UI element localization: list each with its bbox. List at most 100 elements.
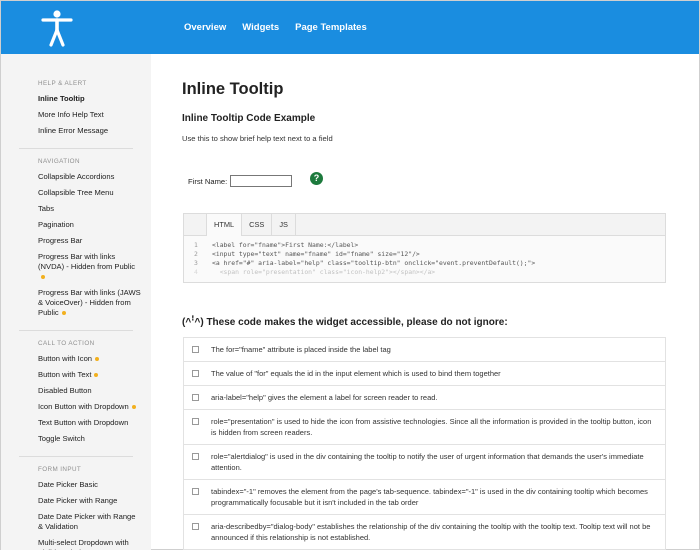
sidebar-item-label: Date Picker Basic (38, 480, 98, 489)
sidebar-item-collapsible-tree-menu[interactable]: Collapsible Tree Menu (1, 188, 151, 198)
checklist-item: aria-describedby="dialog-body" establish… (184, 515, 665, 549)
accessibility-checklist: The for="fname" attribute is placed insi… (183, 337, 666, 550)
code-line: 3 <a href="#" aria-label="help" class="to… (184, 259, 665, 268)
sidebar-item-collapsible-accordions[interactable]: Collapsible Accordions (1, 172, 151, 182)
sidebar-item-text-button-with-dropdown[interactable]: Text Button with Dropdown (1, 418, 151, 428)
first-name-input[interactable] (230, 175, 293, 187)
checkbox[interactable] (192, 453, 199, 460)
sidebar-item-label: Progress Bar with links (NVDA) - Hidden … (38, 252, 136, 271)
sidebar-item-date-picker-basic[interactable]: Date Picker Basic (1, 480, 151, 490)
checklist-text: role="presentation" is used to hide the … (211, 417, 652, 437)
sidebar-item-multiselect-dropdown[interactable]: Multi-select Dropdown with Visible Label (1, 538, 151, 550)
code-tabs: HTML CSS JS (184, 214, 665, 236)
sidebar-item-date-picker-range-validation[interactable]: Date Date Picker with Range & Validation (1, 512, 151, 532)
sidebar-item-label: Text Button with Dropdown (38, 418, 129, 427)
code-text: <input type="text" name="fname" id="fnam… (212, 250, 420, 258)
checkbox[interactable] (192, 418, 199, 425)
sidebar-item-label: Collapsible Tree Menu (38, 188, 114, 197)
status-dot (94, 373, 99, 377)
line-number: 1 (194, 241, 198, 249)
sidebar-item-toggle-switch[interactable]: Toggle Switch (1, 434, 151, 444)
line-number: 4 (194, 268, 198, 276)
sidebar-item-more-info-help-text[interactable]: More Info Help Text (1, 110, 151, 120)
checklist-item: aria-label="help" gives the element a la… (184, 386, 665, 410)
sidebar-item-label: Progress Bar with links (JAWS & VoiceOve… (38, 288, 141, 317)
sidebar-item-label: Icon Button with Dropdown (38, 402, 129, 411)
sidebar-item-disabled-button[interactable]: Disabled Button (1, 386, 151, 396)
code-text: <a href="#" aria-label="help" class="too… (212, 259, 536, 267)
checklist-text: tabindex="-1" removes the element from t… (211, 487, 648, 507)
checklist-text: aria-describedby="dialog-body" establish… (211, 522, 651, 542)
status-dot (131, 405, 136, 409)
checkbox[interactable] (192, 488, 199, 495)
question-circle-icon[interactable]: ? (310, 172, 323, 185)
sidebar: HELP & ALERT Inline Tooltip More Info He… (1, 54, 151, 550)
sidebar-item-date-picker-with-range[interactable]: Date Picker with Range (1, 496, 151, 506)
sidebar-item-label: Date Picker with Range (38, 496, 118, 505)
line-number: 3 (194, 259, 198, 267)
line-number: 2 (194, 250, 198, 258)
tooltip-demo: First Name: ? (188, 172, 323, 187)
top-nav: Overview Widgets Page Templates (184, 1, 383, 54)
sidebar-item-label: Inline Error Message (38, 126, 109, 135)
sidebar-item-progress-bar-nvda[interactable]: Progress Bar with links (NVDA) - Hidden … (1, 252, 151, 282)
code-line: 2 <input type="text" name="fname" id="fna… (184, 250, 665, 259)
sidebar-item-button-with-icon[interactable]: Button with Icon (1, 354, 151, 364)
tab-css[interactable]: CSS (242, 214, 273, 236)
sidebar-item-label: Multi-select Dropdown with Visible Label (38, 538, 129, 550)
checklist-item: role="presentation" is used to hide the … (184, 410, 665, 445)
sidebar-item-inline-tooltip[interactable]: Inline Tooltip (1, 94, 151, 104)
first-name-label: First Name: (188, 176, 228, 186)
sidebar-item-inline-error-message[interactable]: Inline Error Message (1, 126, 151, 136)
sidebar-heading-call-to-action: CALL TO ACTION (38, 340, 95, 347)
sidebar-item-progress-bar-jaws[interactable]: Progress Bar with links (JAWS & VoiceOve… (1, 288, 151, 318)
sidebar-item-label: Disabled Button (38, 386, 92, 395)
sidebar-item-label: Inline Tooltip (38, 94, 85, 103)
sidebar-item-tabs[interactable]: Tabs (1, 204, 151, 214)
checkbox[interactable] (192, 394, 199, 401)
sidebar-item-label: Progress Bar (38, 236, 83, 245)
status-dot (95, 357, 100, 361)
checklist-item: tabindex="-1" removes the element from t… (184, 480, 665, 515)
checkbox[interactable] (192, 370, 199, 377)
sidebar-item-pagination[interactable]: Pagination (1, 220, 151, 230)
sidebar-divider (19, 148, 133, 149)
sidebar-heading-form-input: FORM INPUT (38, 466, 82, 473)
nav-overview[interactable]: Overview (184, 22, 226, 33)
nav-page-templates[interactable]: Page Templates (295, 22, 367, 33)
sidebar-item-label: Date Date Picker with Range & Validation (38, 512, 136, 531)
checkbox[interactable] (192, 346, 199, 353)
code-line: 1 <label for="fname">First Name:</label> (184, 241, 665, 250)
checklist-text: aria-label="help" gives the element a la… (211, 393, 438, 402)
sidebar-divider (19, 456, 133, 457)
code-text: <label for="fname">First Name:</label> (212, 241, 359, 249)
code-example: HTML CSS JS 1 <label for="fname">First Na… (183, 213, 666, 283)
sidebar-item-button-with-text[interactable]: Button with Text (1, 370, 151, 380)
nav-widgets[interactable]: Widgets (242, 22, 279, 33)
sidebar-item-icon-button-with-dropdown[interactable]: Icon Button with Dropdown (1, 402, 151, 412)
checklist-item: role="alertdialog" is used in the div co… (184, 445, 665, 480)
status-dot (41, 275, 45, 279)
top-header-bar: Overview Widgets Page Templates (1, 1, 699, 54)
sidebar-item-progress-bar[interactable]: Progress Bar (1, 236, 151, 246)
page-title: Inline Tooltip (182, 80, 284, 98)
sidebar-item-label: Collapsible Accordions (38, 172, 115, 181)
code-text: <span role="presentation" class="icon-he… (212, 268, 436, 276)
checkbox[interactable] (192, 523, 199, 530)
section-title: Inline Tooltip Code Example (182, 113, 316, 124)
sidebar-item-label: Button with Text (38, 370, 92, 379)
sidebar-heading-navigation: NAVIGATION (38, 158, 80, 165)
sidebar-item-label: Pagination (38, 220, 74, 229)
tab-js[interactable]: JS (272, 214, 296, 236)
sidebar-heading-help-alert: HELP & ALERT (38, 80, 87, 87)
checklist-text: The value of "for" equals the id in the … (211, 369, 501, 378)
tab-html[interactable]: HTML (206, 214, 243, 236)
code-line: 4 <span role="presentation" class="icon-… (184, 268, 665, 277)
code-body[interactable]: 1 <label for="fname">First Name:</label> … (184, 236, 665, 277)
accessibility-person-icon[interactable] (39, 9, 75, 47)
accessibility-notes-title: (^ꜝ^) These code makes the widget access… (182, 317, 508, 328)
checklist-item: The value of "for" equals the id in the … (184, 362, 665, 386)
checklist-text: The for="fname" attribute is placed insi… (211, 345, 391, 354)
checklist-item: The for="fname" attribute is placed insi… (184, 338, 665, 362)
sidebar-item-label: Button with Icon (38, 354, 93, 363)
